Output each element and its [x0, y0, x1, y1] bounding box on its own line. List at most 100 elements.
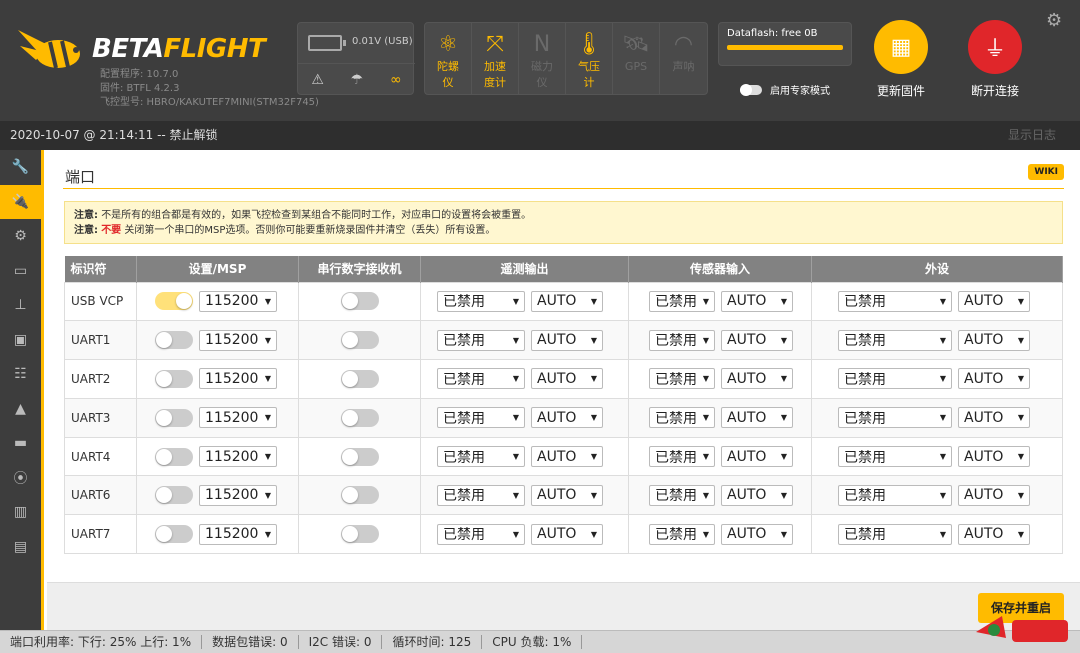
telemetry-baud-select[interactable]: AUTO ▼ — [531, 446, 603, 468]
msp-baud-select[interactable]: 115200 ▼ — [199, 523, 277, 545]
serial-rx-toggle[interactable] — [340, 486, 379, 505]
sensor-gps: 🛰 GPS — [613, 23, 660, 94]
nav-item-failsafe[interactable]: ⊥ — [0, 288, 41, 323]
telemetry-select[interactable]: 已禁用 ▼ — [437, 446, 525, 468]
sensor-sonar: ◠ 声呐 — [660, 23, 707, 94]
peripheral-select[interactable]: 已禁用 ▼ — [838, 290, 952, 312]
peripheral-select[interactable]: 已禁用 ▼ — [838, 329, 952, 351]
nav-item-wrench[interactable]: 🔧 — [0, 150, 41, 185]
peripheral-baud-select[interactable]: AUTO ▼ — [958, 329, 1030, 351]
nav-item-battery[interactable]: ▭ — [0, 254, 41, 289]
serial-rx-toggle[interactable] — [340, 369, 379, 388]
serial-rx-toggle[interactable] — [340, 292, 379, 311]
sensor-label: 加速度计 — [484, 60, 506, 89]
peripheral-baud-select[interactable]: AUTO ▼ — [958, 484, 1030, 506]
msp-baud-select[interactable]: 115200 ▼ — [199, 329, 277, 351]
sensor-baud-select[interactable]: AUTO ▼ — [721, 523, 793, 545]
select-value: 已禁用 — [655, 333, 697, 350]
sensor-select[interactable]: 已禁用 ▼ — [649, 446, 715, 468]
msp-toggle[interactable] — [155, 292, 193, 311]
telemetry-select[interactable]: 已禁用 ▼ — [437, 290, 525, 312]
sensor-baud-select[interactable]: AUTO ▼ — [721, 484, 793, 506]
peripheral-select[interactable]: 已禁用 ▼ — [838, 484, 952, 506]
settings-gear-icon[interactable]: ⚙ — [1046, 10, 1062, 31]
msp-toggle[interactable] — [155, 486, 193, 505]
telemetry-baud-select[interactable]: AUTO ▼ — [531, 329, 603, 351]
telemetry-baud-select[interactable]: AUTO ▼ — [531, 523, 603, 545]
dropdown-arrow-icon: ▼ — [512, 374, 519, 384]
peripheral-baud-select[interactable]: AUTO ▼ — [958, 446, 1030, 468]
dropdown-arrow-icon: ▼ — [512, 296, 519, 306]
sensor-baud-select[interactable]: AUTO ▼ — [721, 290, 793, 312]
msp-toggle[interactable] — [155, 369, 193, 388]
peripheral-select[interactable]: 已禁用 ▼ — [838, 523, 952, 545]
sensor-select[interactable]: 已禁用 ▼ — [649, 523, 715, 545]
serial-rx-toggle[interactable] — [340, 408, 379, 427]
msp-baud-select[interactable]: 115200 ▼ — [199, 407, 277, 429]
telemetry-select[interactable]: 已禁用 ▼ — [437, 407, 525, 429]
video-tx-icon: ⦿ — [13, 470, 28, 487]
serial-rx-cell — [298, 436, 421, 477]
sensor-baud-select[interactable]: AUTO ▼ — [721, 368, 793, 390]
peripheral-baud-select[interactable]: AUTO ▼ — [958, 407, 1030, 429]
msp-toggle[interactable] — [155, 408, 193, 427]
gyro-icon: ⚛ — [438, 32, 458, 57]
serial-rx-toggle[interactable] — [340, 331, 379, 350]
update-firmware-button[interactable]: ▦ 更新固件 — [871, 20, 931, 99]
msp-toggle[interactable] — [155, 525, 193, 544]
select-value: AUTO — [964, 487, 1004, 504]
chip-icon: ▦ — [874, 20, 928, 74]
telemetry-baud-select[interactable]: AUTO ▼ — [531, 290, 603, 312]
nav-item-adjustments[interactable]: ▲ — [0, 392, 41, 427]
dropdown-arrow-icon: ▼ — [780, 374, 787, 384]
telemetry-select[interactable]: 已禁用 ▼ — [437, 523, 525, 545]
dropdown-arrow-icon: ▼ — [512, 452, 519, 462]
peripheral-baud-select[interactable]: AUTO ▼ — [958, 290, 1030, 312]
port-id: USB VCP — [64, 281, 137, 322]
nav-item-modes[interactable]: ☷ — [0, 357, 41, 392]
cli-icon: ▤ — [13, 538, 28, 555]
sensor-select[interactable]: 已禁用 ▼ — [649, 329, 715, 351]
show-log-link[interactable]: 显示日志 — [1008, 121, 1056, 150]
sensor-baud-select[interactable]: AUTO ▼ — [721, 329, 793, 351]
sensor-select[interactable]: 已禁用 ▼ — [649, 484, 715, 506]
sensor-select[interactable]: 已禁用 ▼ — [649, 290, 715, 312]
wiki-button[interactable]: WIKI — [1028, 164, 1064, 180]
telemetry-select[interactable]: 已禁用 ▼ — [437, 368, 525, 390]
serial-rx-toggle[interactable] — [340, 447, 379, 466]
nav-item-video-tx[interactable]: ⦿ — [0, 461, 41, 496]
nav-item-receiver[interactable]: ▣ — [0, 323, 41, 358]
msp-toggle[interactable] — [155, 331, 193, 350]
select-value: 已禁用 — [844, 410, 886, 427]
nav-item-gear[interactable]: ⚙ — [0, 219, 41, 254]
peripheral-select[interactable]: 已禁用 ▼ — [838, 368, 952, 390]
nav-item-plug[interactable]: 🔌 — [0, 184, 41, 219]
peripheral-select[interactable]: 已禁用 ▼ — [838, 446, 952, 468]
sensor-select[interactable]: 已禁用 ▼ — [649, 368, 715, 390]
dataflash-panel: Dataflash: free 0B — [718, 22, 852, 66]
sensor-baud-select[interactable]: AUTO ▼ — [721, 407, 793, 429]
table-row: UART1 115200 ▼ 已禁用 ▼ AUTO ▼ 已禁用 ▼ AUTO ▼ 已禁用 ▼ AUTO ▼ — [64, 320, 1063, 361]
nav-item-led-strip[interactable]: ▥ — [0, 495, 41, 530]
telemetry-baud-select[interactable]: AUTO ▼ — [531, 407, 603, 429]
disconnect-button[interactable]: ⏚ 断开连接 — [965, 20, 1025, 99]
msp-baud-select[interactable]: 115200 ▼ — [199, 446, 277, 468]
nav-item-cli[interactable]: ▤ — [0, 530, 41, 565]
telemetry-baud-select[interactable]: AUTO ▼ — [531, 484, 603, 506]
sensor-baud-select[interactable]: AUTO ▼ — [721, 446, 793, 468]
msp-baud-select[interactable]: 115200 ▼ — [199, 484, 277, 506]
msp-baud-select[interactable]: 115200 ▼ — [199, 290, 277, 312]
telemetry-select[interactable]: 已禁用 ▼ — [437, 329, 525, 351]
expert-mode-toggle[interactable]: 启用专家模式 — [740, 82, 830, 97]
msp-toggle[interactable] — [155, 447, 193, 466]
telemetry-select[interactable]: 已禁用 ▼ — [437, 484, 525, 506]
msp-baud-select[interactable]: 115200 ▼ — [199, 368, 277, 390]
nav-item-osd[interactable]: ▬ — [0, 426, 41, 461]
telemetry-baud-select[interactable]: AUTO ▼ — [531, 368, 603, 390]
peripheral-baud-select[interactable]: AUTO ▼ — [958, 523, 1030, 545]
peripheral-select[interactable]: 已禁用 ▼ — [838, 407, 952, 429]
peripheral-baud-select[interactable]: AUTO ▼ — [958, 368, 1030, 390]
expert-mode-switch[interactable] — [740, 83, 762, 96]
serial-rx-toggle[interactable] — [340, 525, 379, 544]
sensor-select[interactable]: 已禁用 ▼ — [649, 407, 715, 429]
